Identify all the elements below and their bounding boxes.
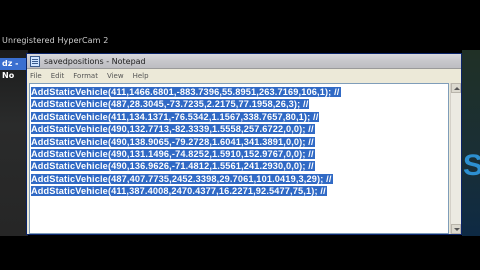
wallpaper-logo-fragment: S xyxy=(463,150,480,182)
text-line-6: AddStaticVehicle(490,131.1496,-74.8252,1… xyxy=(31,148,341,160)
window-title: savedpositions - Notepad xyxy=(44,57,146,66)
menu-format[interactable]: Format xyxy=(73,70,98,82)
screen: Unregistered HyperCam 2 dz - No S savedp… xyxy=(0,0,480,270)
selected-text: AddStaticVehicle(411,1466.6801,-883.7396… xyxy=(31,87,341,97)
selected-text: AddStaticVehicle(490,131.1496,-74.8252,1… xyxy=(31,148,315,159)
window-titlebar[interactable]: savedpositions - Notepad xyxy=(27,54,461,69)
letterbox-bottom xyxy=(0,236,480,270)
recording-watermark: Unregistered HyperCam 2 xyxy=(2,36,109,45)
text-line-7: AddStaticVehicle(490,136.9626,-71.4812,1… xyxy=(31,160,341,172)
text-line-3: AddStaticVehicle(411,134.1371,-76.5342,1… xyxy=(31,111,341,123)
selected-text: AddStaticVehicle(487,28.3045,-73.7235,2.… xyxy=(31,99,310,110)
notepad-window: savedpositions - Notepad File Edit Forma… xyxy=(26,53,462,235)
selected-text: AddStaticVehicle(411,134.1371,-76.5342,1… xyxy=(31,111,320,122)
selected-text: AddStaticVehicle(490,136.9626,-71.4812,1… xyxy=(31,161,315,172)
selected-text: AddStaticVehicle(490,132.7713,-82.3339,1… xyxy=(31,124,315,135)
menu-file[interactable]: File xyxy=(30,70,42,82)
scroll-down-arrow-icon[interactable] xyxy=(451,224,461,234)
selected-text: AddStaticVehicle(411,387.4008,2470.4377,… xyxy=(31,186,327,197)
text-line-4: AddStaticVehicle(490,132.7713,-82.3339,1… xyxy=(31,123,341,135)
menu-edit[interactable]: Edit xyxy=(51,70,65,82)
text-editor[interactable]: AddStaticVehicle(411,1466.6801,-883.7396… xyxy=(29,83,449,234)
text-line-8: AddStaticVehicle(487,407.7735,2452.3398,… xyxy=(31,173,341,185)
notepad-icon xyxy=(30,56,40,67)
text-line-5: AddStaticVehicle(490,138.9065,-79.2728,1… xyxy=(31,136,341,148)
selected-text: AddStaticVehicle(490,138.9065,-79.2728,1… xyxy=(31,136,315,147)
letterbox-top xyxy=(0,0,480,30)
menu-help[interactable]: Help xyxy=(133,70,149,82)
text-line-2: AddStaticVehicle(487,28.3045,-73.7235,2.… xyxy=(31,98,341,110)
menu-bar: File Edit Format View Help xyxy=(27,70,461,82)
text-line-9: AddStaticVehicle(411,387.4008,2470.4377,… xyxy=(31,185,341,197)
vertical-scrollbar[interactable] xyxy=(450,83,461,234)
menu-view[interactable]: View xyxy=(107,70,124,82)
text-line-1: AddStaticVehicle(411,1466.6801,-883.7396… xyxy=(31,86,341,98)
scroll-up-arrow-icon[interactable] xyxy=(451,83,461,93)
editor-lines: AddStaticVehicle(411,1466.6801,-883.7396… xyxy=(31,86,341,198)
desktop-wallpaper-right xyxy=(462,50,480,236)
background-window-title[interactable]: dz - No xyxy=(0,58,28,80)
selected-text: AddStaticVehicle(487,407.7735,2452.3398,… xyxy=(31,173,333,184)
